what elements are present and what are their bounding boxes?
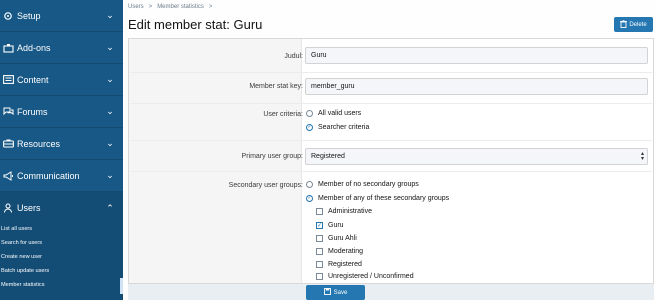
admin-sidebar: Setup ⌄ Add-ons ⌄ Content ⌄ Forums ⌄ Res… <box>0 0 123 300</box>
divider <box>130 140 652 141</box>
gear-icon <box>2 10 14 22</box>
chevron-down-icon: ⌄ <box>106 10 114 20</box>
criteria-searcher-radio[interactable]: Searcher criteria <box>306 124 369 131</box>
form-label-column <box>129 39 302 300</box>
delete-label: Delete <box>629 21 647 28</box>
chevron-down-icon: ⌄ <box>106 138 114 148</box>
sidebar-item-users[interactable]: Users ⌃ <box>0 192 123 224</box>
sidebar-item-communication[interactable]: Communication ⌄ <box>0 160 123 192</box>
secondary-none-radio[interactable]: Member of no secondary groups <box>306 181 419 188</box>
form-footer <box>128 283 654 300</box>
user-icon <box>2 202 14 214</box>
radio-checked-icon <box>306 195 313 202</box>
comments-icon <box>2 106 14 118</box>
divider <box>130 103 652 104</box>
chevron-down-icon: ⌄ <box>106 170 114 180</box>
resources-icon <box>2 138 14 150</box>
primary-group-select[interactable]: Registered ▴ ▾ <box>305 148 648 165</box>
content-icon <box>2 74 14 86</box>
checkbox-label: Guru Ahli <box>328 235 357 242</box>
checkbox-icon <box>316 235 323 242</box>
sidebar-item-add-ons[interactable]: Add-ons ⌄ <box>0 32 123 64</box>
save-icon <box>323 288 331 297</box>
checkbox-icon <box>316 273 323 280</box>
puzzle-icon <box>2 42 14 54</box>
save-button[interactable]: Save <box>306 285 365 300</box>
trash-icon <box>620 19 628 30</box>
select-arrows-icon: ▴ ▾ <box>640 151 644 162</box>
sidebar-item-setup[interactable]: Setup ⌄ <box>0 0 123 32</box>
checkbox-icon <box>316 261 323 268</box>
divider <box>130 171 652 172</box>
delete-button[interactable]: Delete <box>614 17 653 32</box>
sidebar-subitem-batch-update[interactable]: Batch update users <box>0 265 120 278</box>
checkbox-label: Administrative <box>328 208 372 215</box>
sidebar-item-label: Users <box>17 203 41 213</box>
primary-group-label: Primary user group: <box>241 153 303 160</box>
chevron-down-icon: ⌄ <box>106 42 114 52</box>
users-section: Users ⌃ List all users Search for users … <box>0 192 123 300</box>
member-stat-key-input[interactable]: member_guru <box>305 78 648 95</box>
key-label: Member stat key: <box>249 83 303 90</box>
radio-label: Member of any of these secondary groups <box>318 195 450 202</box>
sidebar-subitem-member-statistics[interactable]: Member statistics <box>0 279 120 292</box>
chevron-up-icon: ⌃ <box>106 202 114 213</box>
radio-label: All valid users <box>318 110 362 117</box>
radio-checked-icon <box>306 124 313 131</box>
sidebar-item-label: Add-ons <box>17 42 51 53</box>
group-checkbox-guru-ahli[interactable]: Guru Ahli <box>316 235 357 242</box>
breadcrumb-member-statistics[interactable]: Member statistics <box>157 4 204 10</box>
active-indicator <box>120 278 123 294</box>
checkbox-label: Moderating <box>328 248 364 255</box>
checkbox-label: Registered <box>328 261 362 268</box>
radio-icon <box>306 110 313 117</box>
title-input[interactable]: Guru <box>305 47 648 64</box>
primary-group-value: Registered <box>311 153 345 160</box>
group-checkbox-registered[interactable]: Registered <box>316 261 362 268</box>
radio-label: Member of no secondary groups <box>318 181 419 188</box>
group-checkbox-unregistered[interactable]: Unregistered / Unconfirmed <box>316 273 414 280</box>
sidebar-item-resources[interactable]: Resources ⌄ <box>0 128 123 160</box>
radio-icon <box>306 181 313 188</box>
page-title: Edit member stat: Guru <box>128 17 263 32</box>
chevron-down-icon: ⌄ <box>106 74 114 84</box>
chevron-down-icon: ⌄ <box>106 106 114 116</box>
divider <box>130 72 652 73</box>
group-checkbox-guru[interactable]: Guru <box>316 222 344 229</box>
radio-label: Searcher criteria <box>318 124 370 131</box>
sidebar-item-forums[interactable]: Forums ⌄ <box>0 96 123 128</box>
criteria-label: User criteria: <box>263 111 303 118</box>
sidebar-item-content[interactable]: Content ⌄ <box>0 64 123 96</box>
sidebar-item-label: Forums <box>17 106 48 117</box>
secondary-any-radio[interactable]: Member of any of these secondary groups <box>306 195 449 202</box>
secondary-groups-label: Secondary user groups: <box>228 182 303 189</box>
breadcrumb: Users > Member statistics > <box>128 4 212 10</box>
breadcrumb-separator: > <box>208 4 213 10</box>
sidebar-item-label: Communication <box>17 170 80 181</box>
criteria-all-valid-radio[interactable]: All valid users <box>306 110 361 117</box>
sidebar-subitem-create-user[interactable]: Create new user <box>0 251 120 264</box>
save-label: Save <box>333 289 348 296</box>
checkbox-checked-icon <box>316 222 323 229</box>
sidebar-subitem-search-users[interactable]: Search for users <box>0 237 120 250</box>
sidebar-item-label: Resources <box>17 138 61 149</box>
sidebar-item-label: Setup <box>17 10 41 21</box>
title-label: Judul: <box>284 53 303 60</box>
sidebar-subitem-list-users[interactable]: List all users <box>0 223 120 236</box>
sidebar-item-label: Content <box>17 74 49 85</box>
group-checkbox-moderating[interactable]: Moderating <box>316 248 363 255</box>
checkbox-icon <box>316 208 323 215</box>
checkbox-label: Unregistered / Unconfirmed <box>328 273 414 280</box>
group-checkbox-administrative[interactable]: Administrative <box>316 208 372 215</box>
bullhorn-icon <box>2 170 14 182</box>
breadcrumb-separator: > <box>148 4 153 10</box>
checkbox-label: Guru <box>328 222 344 229</box>
checkbox-icon <box>316 248 323 255</box>
breadcrumb-users[interactable]: Users <box>128 4 144 10</box>
